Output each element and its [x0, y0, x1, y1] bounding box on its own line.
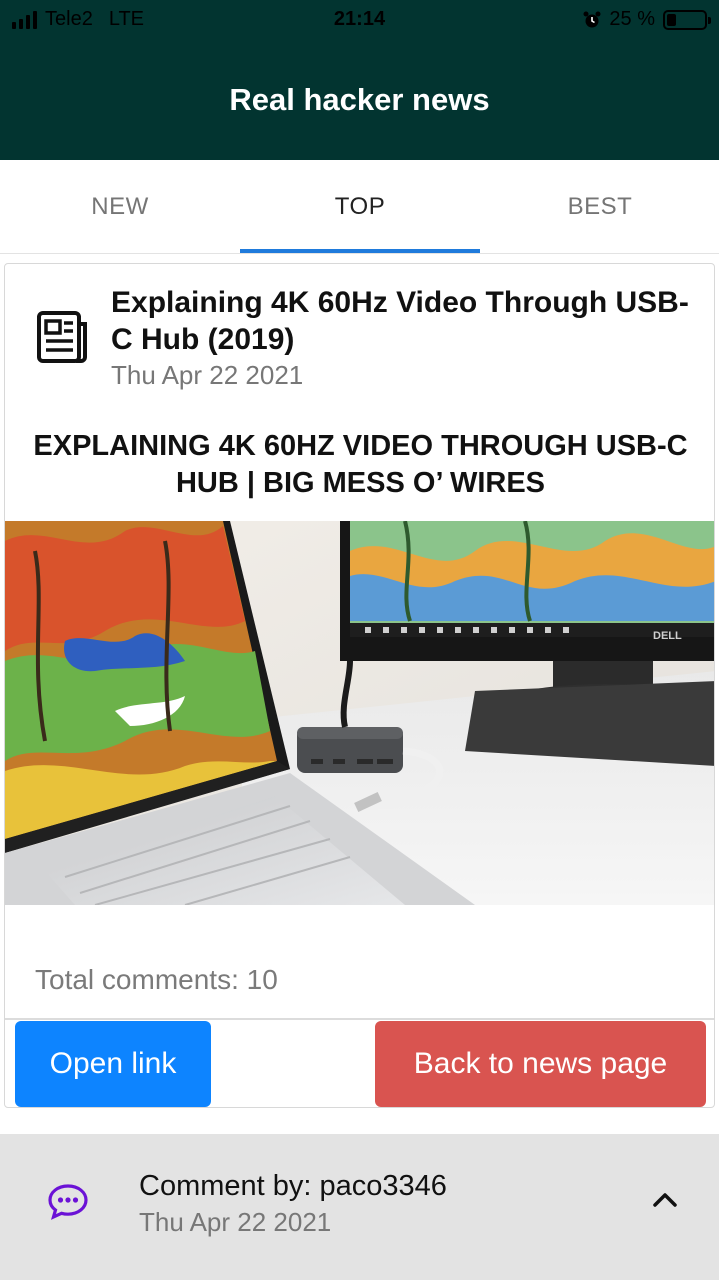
link-preview-image: DELL [5, 521, 714, 905]
back-to-news-button[interactable]: Back to news page [375, 1021, 706, 1107]
battery-percent: 25 % [609, 8, 655, 30]
story-card: Explaining 4K 60Hz Video Through USB-C H… [4, 263, 715, 1108]
tab-best[interactable]: BEST [480, 160, 719, 254]
comment-date: Thu Apr 22 2021 [139, 1207, 332, 1237]
link-preview-title: EXPLAINING 4K 60HZ VIDEO THROUGH USB-C H… [33, 430, 688, 499]
comment-author: Comment by: paco3346 [139, 1170, 447, 1202]
tab-top[interactable]: TOP [240, 160, 480, 254]
comment-item[interactable]: Comment by: paco3346 Thu Apr 22 2021 [0, 1134, 719, 1280]
card-divider [5, 1018, 714, 1020]
tab-bar: NEW TOP BEST [0, 160, 719, 254]
laptop-monitor-photo: DELL [5, 521, 714, 905]
tab-new[interactable]: NEW [0, 160, 240, 254]
status-right: 25 % [583, 8, 711, 31]
newspaper-icon [37, 311, 87, 363]
alarm-icon [583, 11, 601, 27]
monitor-logo: DELL [653, 630, 682, 642]
comment-dots-icon [48, 1184, 88, 1220]
story-title: Explaining 4K 60Hz Video Through USB-C H… [111, 286, 689, 356]
open-link-button[interactable]: Open link [15, 1021, 211, 1107]
active-tab-indicator [240, 249, 480, 253]
total-comments: Total comments: 10 [35, 964, 278, 995]
battery-icon [663, 9, 711, 30]
chevron-up-icon[interactable] [652, 1190, 678, 1208]
status-bar: Tele2 LTE 21:14 25 % [0, 0, 719, 40]
story-date: Thu Apr 22 2021 [111, 360, 304, 390]
app-title: Real hacker news [229, 82, 490, 117]
battery-fill [667, 13, 676, 26]
app-header: Tele2 LTE 21:14 25 % Real hacker news [0, 0, 719, 160]
